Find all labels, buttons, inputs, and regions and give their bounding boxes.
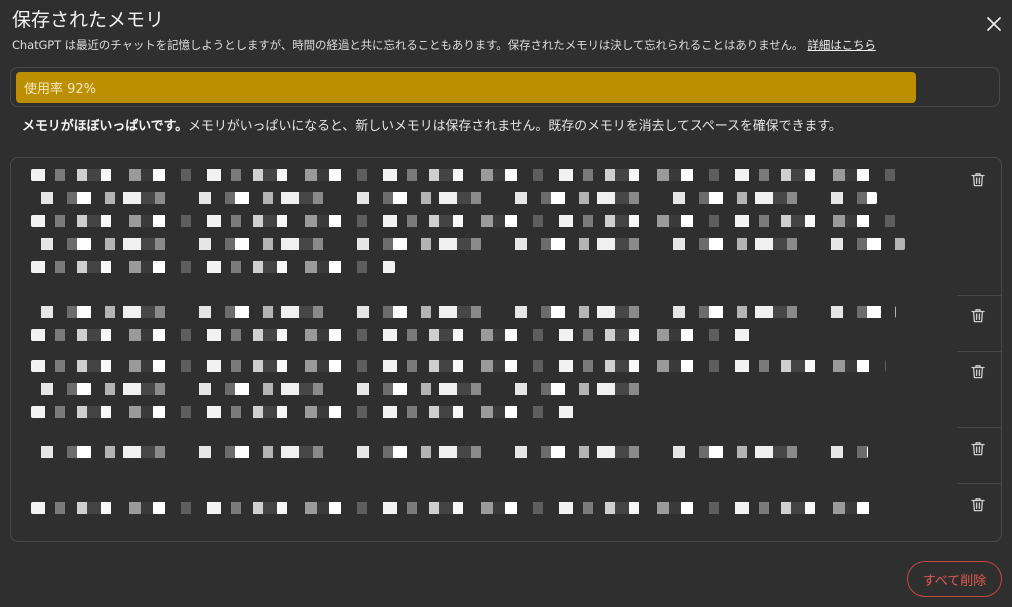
redacted-text-line [31,261,395,273]
memory-item [11,484,1001,541]
memory-item-text [31,158,941,295]
memory-usage-bar: 使用率 92% [16,72,916,103]
redacted-text-line [31,502,878,514]
notice-bold-text: メモリがほぼいっぱいです。 [22,119,189,134]
redacted-text-line [31,329,759,341]
description-text: ChatGPT は最近のチャットを記憶しようとしますが、時間の経過と共に忘れるこ… [12,38,804,52]
memory-list [10,157,1002,542]
trash-icon [971,441,985,455]
memory-full-notice: メモリがほぼいっぱいです。メモリがいっぱいになると、新しいメモリは保存されません… [22,118,842,136]
redacted-text-line [31,238,905,250]
redacted-text-line [31,383,668,395]
memory-item-text [31,296,941,351]
delete-memory-button[interactable] [969,362,987,380]
redacted-text-line [31,446,869,458]
delete-all-button[interactable]: すべて削除 [907,561,1002,597]
redacted-text-line [31,215,896,227]
memory-item [11,158,1001,295]
learn-more-link[interactable]: 詳細はこちら [807,38,876,52]
memory-item [11,296,1001,351]
redacted-text-line [31,360,887,372]
close-icon [987,17,1001,31]
memory-item-text [31,484,941,541]
memory-item-text [31,428,941,483]
redacted-text-line [31,192,878,204]
dialog-title: 保存されたメモリ [12,9,165,31]
memory-item [11,428,1001,483]
redacted-text-line [31,169,905,181]
memory-usage-label: 使用率 92% [24,82,97,97]
notice-text: メモリがいっぱいになると、新しいメモリは保存されません。既存のメモリを消去してス… [188,119,842,134]
trash-icon [971,364,985,378]
redacted-text-line [31,406,577,418]
memory-item-text [31,352,941,427]
trash-icon [971,308,985,322]
delete-memory-button[interactable] [969,439,987,457]
redacted-text-line [31,306,896,318]
trash-icon [971,172,985,186]
trash-icon [971,497,985,511]
memory-usage-meter: 使用率 92% [10,67,1000,107]
close-button[interactable] [982,12,1006,36]
delete-memory-button[interactable] [969,170,987,188]
delete-memory-button[interactable] [969,495,987,513]
memory-item [11,352,1001,427]
dialog-description: ChatGPT は最近のチャットを記憶しようとしますが、時間の経過と共に忘れるこ… [12,37,876,53]
saved-memory-dialog: 保存されたメモリ ChatGPT は最近のチャットを記憶しようとしますが、時間の… [0,0,1012,607]
delete-memory-button[interactable] [969,306,987,324]
